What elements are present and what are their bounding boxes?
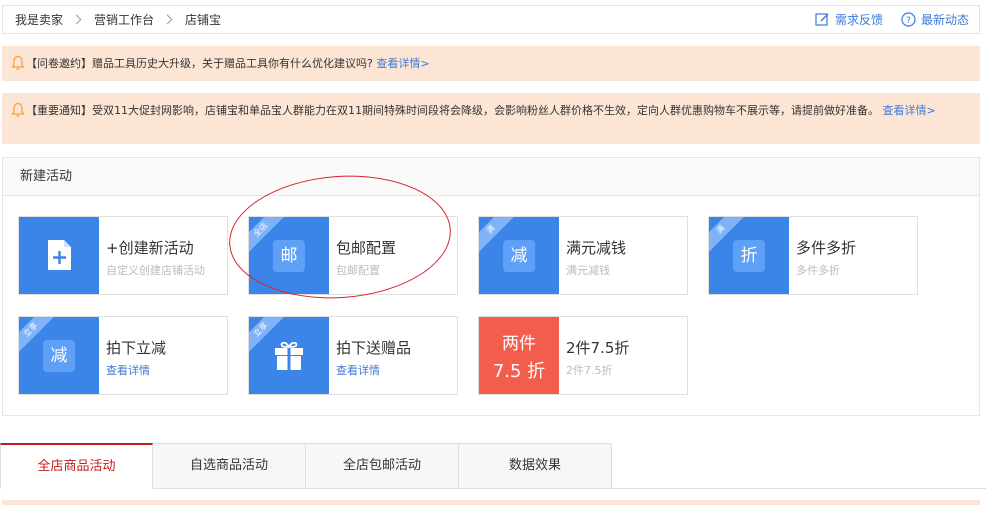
breadcrumb-item-seller[interactable]: 我是卖家	[15, 11, 63, 28]
news-label: 最新动态	[920, 13, 969, 27]
edit-icon	[815, 13, 829, 26]
glyph: 减	[503, 240, 535, 272]
tab-data-effect[interactable]: 数据效果	[459, 443, 612, 489]
card-title: 包邮配置	[336, 239, 397, 257]
two-items-discount-card[interactable]: 两件 7.5 折 2件7.5折 2件7.5折	[478, 316, 688, 395]
notice-important-message: 【重要通知】受双11大促封网影响，店铺宝和单品宝人群能力在双11期间特殊时间段将…	[26, 104, 879, 117]
card-title: 2件7.5折	[566, 339, 630, 357]
promo-badge: 两件 7.5 折	[479, 317, 559, 394]
glyph: 减	[43, 340, 75, 372]
notice-important-text: 【重要通知】受双11大促封网影响，店铺宝和单品宝人群能力在双11期间特殊时间段将…	[26, 103, 950, 119]
glyph: 邮	[273, 240, 305, 272]
tab-divider	[612, 488, 986, 489]
card-subtitle: 多件多折	[796, 264, 840, 277]
free-shipping-card[interactable]: 全店 邮 包邮配置 包邮配置	[248, 216, 458, 295]
promo-line-1: 两件	[502, 334, 536, 354]
card-title: 满元减钱	[566, 239, 627, 257]
discount-minus-icon: 满 减	[479, 217, 559, 294]
card-subtitle: 满元减钱	[566, 264, 610, 277]
card-title: +创建新活动	[106, 239, 194, 257]
breadcrumb-item-shopbao: 店铺宝	[185, 13, 222, 27]
promo-line-2: 7.5 折	[492, 361, 546, 382]
help-circle-icon: ?	[901, 12, 916, 27]
breadcrumb-bar: 我是卖家 营销工作台 店铺宝 需求反馈 ? 最新动态	[2, 5, 980, 34]
card-detail-link[interactable]: 查看详情	[106, 362, 150, 378]
news-link[interactable]: ? 最新动态	[901, 11, 969, 28]
gift-box-icon	[275, 341, 303, 370]
multi-discount-icon: 满 折	[709, 217, 789, 294]
instant-minus-icon: 立享 减	[19, 317, 99, 394]
notice-survey-link[interactable]: 查看详情>	[376, 57, 429, 70]
full-reduction-card[interactable]: 满 减 满元减钱 满元减钱	[478, 216, 688, 295]
gift-card[interactable]: 立享 拍下送赠品 查看详情	[248, 316, 458, 395]
notice-important-link[interactable]: 查看详情>	[883, 104, 936, 117]
tab-store-free-shipping[interactable]: 全店包邮活动	[306, 443, 459, 489]
feedback-link[interactable]: 需求反馈	[815, 11, 883, 28]
tab-all-store-items[interactable]: 全店商品活动	[0, 443, 153, 489]
bell-icon	[11, 102, 25, 117]
notice-survey-message: 【问卷邀约】赠品工具历史大升级，关于赠品工具你有什么优化建议吗?	[26, 57, 373, 70]
create-activity-card[interactable]: +创建新活动 自定义创建店铺活动	[18, 216, 228, 295]
notice-survey: 【问卷邀约】赠品工具历史大升级，关于赠品工具你有什么优化建议吗? 查看详情>	[2, 46, 980, 81]
svg-text:?: ?	[906, 16, 911, 26]
document-plus-icon	[19, 217, 99, 294]
card-title: 拍下立减	[106, 339, 167, 357]
glyph: 折	[733, 240, 765, 272]
top-actions: 需求反馈 ? 最新动态	[797, 6, 969, 33]
free-shipping-icon: 全店 邮	[249, 217, 329, 294]
multi-discount-card[interactable]: 满 折 多件多折 多件多折	[708, 216, 918, 295]
card-detail-link[interactable]: 查看详情	[336, 362, 380, 378]
panel-title: 新建活动	[3, 158, 979, 196]
instant-reduction-card[interactable]: 立享 减 拍下立减 查看详情	[18, 316, 228, 395]
chevron-right-icon	[71, 14, 82, 25]
notice-important: 【重要通知】受双11大促封网影响，店铺宝和单品宝人群能力在双11期间特殊时间段将…	[2, 93, 980, 144]
card-title: 多件多折	[796, 239, 857, 257]
breadcrumb-item-workbench[interactable]: 营销工作台	[94, 11, 154, 28]
tab-selected-items[interactable]: 自选商品活动	[153, 443, 306, 489]
card-subtitle: 自定义创建店铺活动	[106, 264, 205, 277]
card-subtitle: 包邮配置	[336, 264, 380, 277]
feedback-label: 需求反馈	[834, 13, 883, 27]
bottom-notice-strip	[2, 500, 980, 505]
chevron-right-icon	[162, 14, 173, 25]
card-title: 拍下送赠品	[336, 339, 412, 357]
notice-survey-text: 【问卷邀约】赠品工具历史大升级，关于赠品工具你有什么优化建议吗? 查看详情>	[26, 56, 950, 72]
new-activity-panel: 新建活动 +创建新活动 自定义创建店铺活动 全店 邮 包邮配置 包邮配置 满 减…	[2, 157, 980, 416]
bell-icon	[11, 55, 25, 70]
gift-icon: 立享	[249, 317, 329, 394]
card-subtitle: 2件7.5折	[566, 364, 613, 377]
activity-tabs: 全店商品活动 自选商品活动 全店包邮活动 数据效果	[0, 443, 612, 489]
breadcrumb: 我是卖家 营销工作台 店铺宝	[15, 6, 221, 33]
